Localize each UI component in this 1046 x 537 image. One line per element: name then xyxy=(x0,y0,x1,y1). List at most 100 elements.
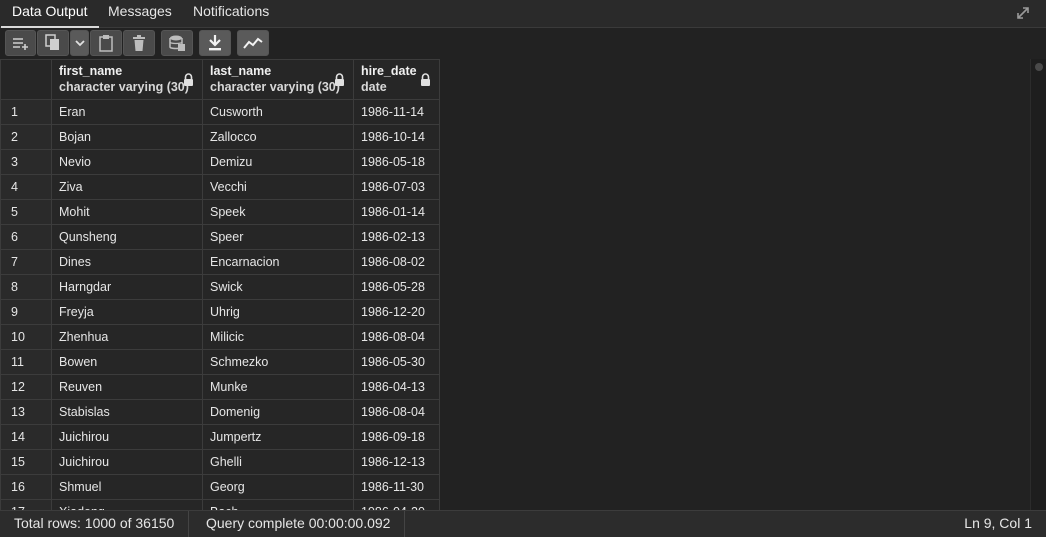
first-name-cell[interactable]: Dines xyxy=(51,249,203,275)
first-name-cell[interactable]: Shmuel xyxy=(51,474,203,500)
first-name-cell[interactable]: Xiadong xyxy=(51,499,203,510)
last-name-cell[interactable]: Vecchi xyxy=(202,174,354,200)
last-name-cell[interactable]: Munke xyxy=(202,374,354,400)
first-name-cell[interactable]: Eran xyxy=(51,99,203,125)
first-name-cell[interactable]: Mohit xyxy=(51,199,203,225)
hire-date-cell[interactable]: 1986-11-14 xyxy=(353,99,440,125)
add-row-button[interactable] xyxy=(5,30,36,56)
hire-date-cell[interactable]: 1986-04-20 xyxy=(353,499,440,510)
hire-date-cell[interactable]: 1986-12-13 xyxy=(353,449,440,475)
row-number-cell[interactable]: 13 xyxy=(0,399,52,425)
hire-date-cell[interactable]: 1986-08-04 xyxy=(353,399,440,425)
table-row[interactable]: 14 Juichirou Jumpertz 1986-09-18 xyxy=(0,424,440,450)
hire-date-cell[interactable]: 1986-05-18 xyxy=(353,149,440,175)
row-number-cell[interactable]: 16 xyxy=(0,474,52,500)
last-name-cell[interactable]: Bach xyxy=(202,499,354,510)
last-name-cell[interactable]: Jumpertz xyxy=(202,424,354,450)
copy-options-dropdown[interactable] xyxy=(70,30,89,56)
row-number-cell[interactable]: 11 xyxy=(0,349,52,375)
table-row[interactable]: 12 Reuven Munke 1986-04-13 xyxy=(0,374,440,400)
tab-data-output[interactable]: Data Output xyxy=(1,0,99,28)
hire-date-cell[interactable]: 1986-04-13 xyxy=(353,374,440,400)
table-row[interactable]: 2 Bojan Zallocco 1986-10-14 xyxy=(0,124,440,150)
column-header-last-name[interactable]: last_name character varying (30) xyxy=(202,59,354,100)
row-number-cell[interactable]: 3 xyxy=(0,149,52,175)
table-row[interactable]: 8 Harngdar Swick 1986-05-28 xyxy=(0,274,440,300)
last-name-cell[interactable]: Cusworth xyxy=(202,99,354,125)
row-number-cell[interactable]: 5 xyxy=(0,199,52,225)
hire-date-cell[interactable]: 1986-08-02 xyxy=(353,249,440,275)
row-number-cell[interactable]: 12 xyxy=(0,374,52,400)
first-name-cell[interactable]: Ziva xyxy=(51,174,203,200)
last-name-cell[interactable]: Ghelli xyxy=(202,449,354,475)
table-row[interactable]: 1 Eran Cusworth 1986-11-14 xyxy=(0,99,440,125)
first-name-cell[interactable]: Stabislas xyxy=(51,399,203,425)
table-row[interactable]: 7 Dines Encarnacion 1986-08-02 xyxy=(0,249,440,275)
last-name-cell[interactable]: Demizu xyxy=(202,149,354,175)
tab-messages[interactable]: Messages xyxy=(97,0,183,26)
last-name-cell[interactable]: Uhrig xyxy=(202,299,354,325)
copy-button[interactable] xyxy=(37,30,69,56)
first-name-cell[interactable]: Juichirou xyxy=(51,424,203,450)
last-name-cell[interactable]: Milicic xyxy=(202,324,354,350)
hire-date-cell[interactable]: 1986-10-14 xyxy=(353,124,440,150)
expand-icon[interactable] xyxy=(1014,4,1032,22)
table-row[interactable]: 4 Ziva Vecchi 1986-07-03 xyxy=(0,174,440,200)
graph-visualiser-button[interactable] xyxy=(237,30,269,56)
paste-button[interactable] xyxy=(90,30,122,56)
first-name-cell[interactable]: Harngdar xyxy=(51,274,203,300)
hire-date-cell[interactable]: 1986-01-14 xyxy=(353,199,440,225)
last-name-cell[interactable]: Domenig xyxy=(202,399,354,425)
vertical-scrollbar[interactable] xyxy=(1030,59,1046,510)
row-number-cell[interactable]: 4 xyxy=(0,174,52,200)
hire-date-cell[interactable]: 1986-08-04 xyxy=(353,324,440,350)
row-number-cell[interactable]: 14 xyxy=(0,424,52,450)
row-number-cell[interactable]: 6 xyxy=(0,224,52,250)
delete-button[interactable] xyxy=(123,30,155,56)
table-row[interactable]: 5 Mohit Speek 1986-01-14 xyxy=(0,199,440,225)
last-name-cell[interactable]: Zallocco xyxy=(202,124,354,150)
row-number-cell[interactable]: 17 xyxy=(0,499,52,510)
table-row[interactable]: 15 Juichirou Ghelli 1986-12-13 xyxy=(0,449,440,475)
table-row[interactable]: 6 Qunsheng Speer 1986-02-13 xyxy=(0,224,440,250)
first-name-cell[interactable]: Nevio xyxy=(51,149,203,175)
table-row[interactable]: 10 Zhenhua Milicic 1986-08-04 xyxy=(0,324,440,350)
first-name-cell[interactable]: Zhenhua xyxy=(51,324,203,350)
row-number-cell[interactable]: 15 xyxy=(0,449,52,475)
first-name-cell[interactable]: Qunsheng xyxy=(51,224,203,250)
first-name-cell[interactable]: Bowen xyxy=(51,349,203,375)
table-row[interactable]: 13 Stabislas Domenig 1986-08-04 xyxy=(0,399,440,425)
last-name-cell[interactable]: Speer xyxy=(202,224,354,250)
table-row[interactable]: 11 Bowen Schmezko 1986-05-30 xyxy=(0,349,440,375)
row-number-cell[interactable]: 7 xyxy=(0,249,52,275)
hire-date-cell[interactable]: 1986-02-13 xyxy=(353,224,440,250)
hire-date-cell[interactable]: 1986-05-28 xyxy=(353,274,440,300)
first-name-cell[interactable]: Reuven xyxy=(51,374,203,400)
last-name-cell[interactable]: Schmezko xyxy=(202,349,354,375)
hire-date-cell[interactable]: 1986-07-03 xyxy=(353,174,440,200)
scrollbar-thumb[interactable] xyxy=(1035,63,1043,71)
download-button[interactable] xyxy=(199,30,231,56)
row-number-cell[interactable]: 8 xyxy=(0,274,52,300)
first-name-cell[interactable]: Juichirou xyxy=(51,449,203,475)
last-name-cell[interactable]: Encarnacion xyxy=(202,249,354,275)
table-row[interactable]: 9 Freyja Uhrig 1986-12-20 xyxy=(0,299,440,325)
hire-date-cell[interactable]: 1986-05-30 xyxy=(353,349,440,375)
last-name-cell[interactable]: Georg xyxy=(202,474,354,500)
row-number-cell[interactable]: 10 xyxy=(0,324,52,350)
table-row[interactable]: 16 Shmuel Georg 1986-11-30 xyxy=(0,474,440,500)
hire-date-cell[interactable]: 1986-11-30 xyxy=(353,474,440,500)
table-row[interactable]: 17XiadongBach1986-04-20 xyxy=(0,499,440,510)
row-number-cell[interactable]: 9 xyxy=(0,299,52,325)
column-header-hire-date[interactable]: hire_date date xyxy=(353,59,440,100)
hire-date-cell[interactable]: 1986-09-18 xyxy=(353,424,440,450)
last-name-cell[interactable]: Swick xyxy=(202,274,354,300)
first-name-cell[interactable]: Freyja xyxy=(51,299,203,325)
row-number-cell[interactable]: 2 xyxy=(0,124,52,150)
save-data-button[interactable] xyxy=(161,30,193,56)
tab-notifications[interactable]: Notifications xyxy=(182,0,280,26)
row-number-header[interactable] xyxy=(0,59,52,100)
last-name-cell[interactable]: Speek xyxy=(202,199,354,225)
table-row[interactable]: 3 Nevio Demizu 1986-05-18 xyxy=(0,149,440,175)
hire-date-cell[interactable]: 1986-12-20 xyxy=(353,299,440,325)
